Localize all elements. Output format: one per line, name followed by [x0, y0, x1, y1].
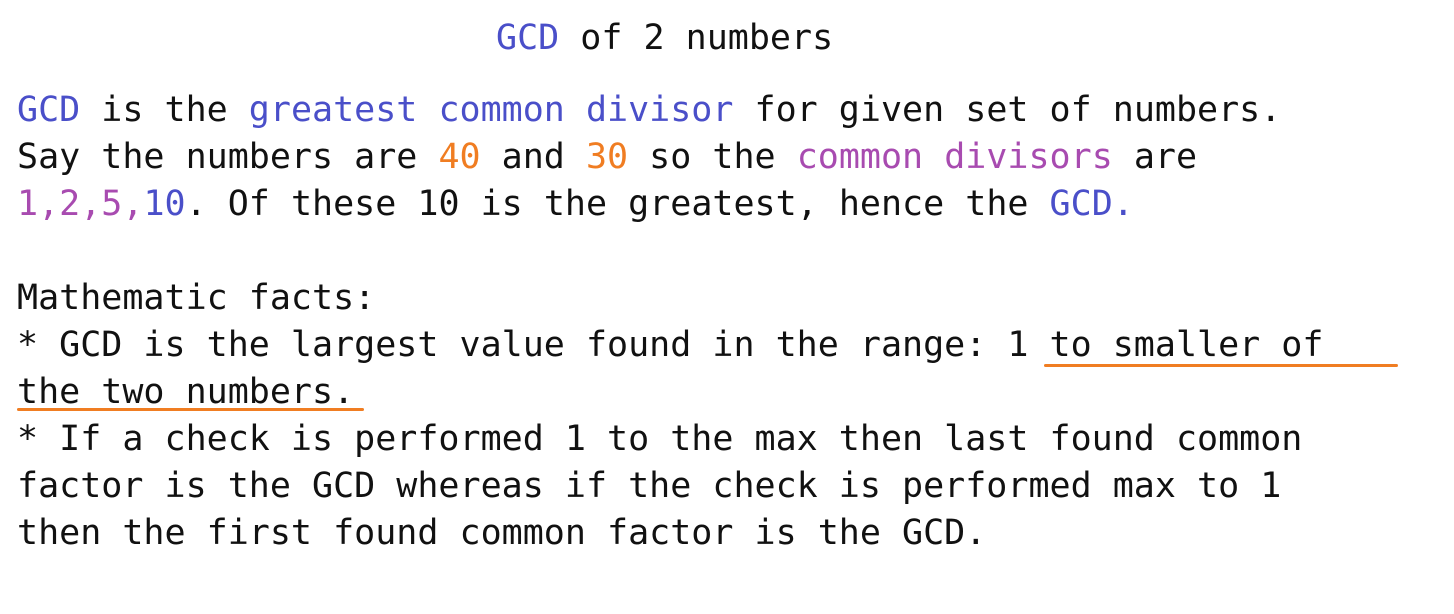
title-rest: of 2 numbers	[559, 18, 834, 58]
text-span: . Of these 10 is the greatest, hence the	[185, 184, 1050, 224]
range-underline-2	[17, 408, 364, 411]
fact-2-line-2: factor is the GCD whereas if the check i…	[17, 466, 1282, 506]
text-span: is the	[80, 90, 249, 130]
fact-1-line-2: the two numbers.	[17, 372, 354, 412]
definition-line-2: Say the numbers are 40 and 30 so the com…	[17, 137, 1197, 177]
underlined-range-part-2: the two numbers.	[17, 372, 355, 412]
definition-line-3: 1,2,5,10. Of these 10 is the greatest, h…	[17, 184, 1134, 224]
fact-2-line-1: * If a check is performed 1 to the max t…	[17, 419, 1303, 459]
gcd-notes-page: GCD of 2 numbers GCD is the greatest com…	[0, 0, 1454, 614]
facts-heading: Mathematic facts:	[17, 278, 376, 318]
text-span: so the	[628, 137, 797, 177]
text-span: for given set of numbers.	[733, 90, 1282, 130]
divisor-10: 10	[143, 184, 186, 224]
gcd-term: GCD	[17, 90, 81, 130]
number-40: 40	[438, 137, 481, 177]
text-span: are	[1112, 137, 1198, 177]
divisors-list: 1,2,5,	[17, 184, 144, 224]
text-span: * GCD is the largest value found in the …	[17, 325, 1008, 365]
greatest-common-divisor-term: greatest common divisor	[248, 90, 734, 130]
gcd-term-end: GCD.	[1049, 184, 1134, 224]
text-span: and	[480, 137, 586, 177]
definition-line-1: GCD is the greatest common divisor for g…	[17, 90, 1281, 130]
page-title: GCD of 2 numbers	[496, 18, 833, 58]
fact-2-line-3: then the first found common factor is th…	[17, 513, 987, 553]
title-gcd-term: GCD	[496, 18, 560, 58]
range-underline-1	[1044, 364, 1398, 367]
number-30: 30	[585, 137, 629, 177]
fact-1-line-1: * GCD is the largest value found in the …	[17, 325, 1345, 365]
text-span: Say the numbers are	[17, 137, 439, 177]
underlined-range-part-1: 1 to smaller of	[1007, 325, 1345, 365]
common-divisors-term: common divisors	[796, 137, 1113, 177]
